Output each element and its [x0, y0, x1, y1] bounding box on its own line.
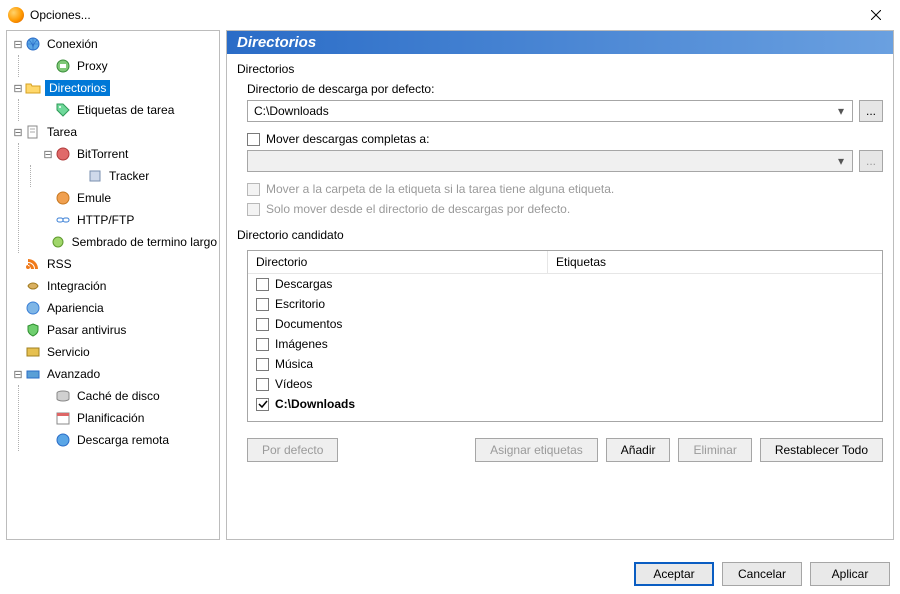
tree-item-servicio[interactable]: Servicio: [7, 341, 219, 363]
move-to-tag-label: Mover a la carpeta de la etiqueta si la …: [266, 182, 614, 196]
ok-button[interactable]: Aceptar: [634, 562, 714, 586]
tag-icon: [55, 102, 71, 118]
candidate-label: Música: [275, 357, 313, 371]
default-button: Por defecto: [247, 438, 338, 462]
tree-item-emule[interactable]: Emule: [19, 187, 219, 209]
candidate-label: C:\Downloads: [275, 397, 355, 411]
tree-item-antivirus[interactable]: Pasar antivirus: [7, 319, 219, 341]
apply-button[interactable]: Aplicar: [810, 562, 890, 586]
candidate-label: Imágenes: [275, 337, 328, 351]
tree-item-apariencia[interactable]: Apariencia: [7, 297, 219, 319]
browse-default-button[interactable]: ...: [859, 100, 883, 122]
window-title: Opciones...: [30, 8, 856, 22]
candidate-checkbox[interactable]: [256, 358, 269, 371]
candidate-item[interactable]: Música: [248, 354, 882, 374]
nav-tree[interactable]: ⊟Conexión Proxy ⊟Directorios Etiquetas d…: [6, 30, 220, 540]
label-default-dir: Directorio de descarga por defecto:: [247, 82, 883, 96]
main-panel: Directorios Directorios Directorio de de…: [226, 30, 894, 540]
candidate-list[interactable]: Descargas Escritorio Documentos Imágenes Mús…: [248, 274, 882, 421]
candidate-label: Vídeos: [275, 377, 312, 391]
candidate-label: Escritorio: [275, 297, 325, 311]
group-directorios: Directorios: [237, 62, 883, 76]
reset-all-button[interactable]: Restablecer Todo: [760, 438, 883, 462]
candidate-item[interactable]: Imágenes: [248, 334, 882, 354]
close-button[interactable]: [856, 0, 896, 30]
candidate-label: Descargas: [275, 277, 332, 291]
close-icon: [871, 10, 881, 20]
tree-item-tracker[interactable]: Tracker: [31, 165, 219, 187]
disk-icon: [55, 388, 71, 404]
chevron-down-icon: ▾: [834, 154, 848, 168]
rss-icon: [25, 256, 41, 272]
only-move-label: Solo mover desde el directorio de descar…: [266, 202, 570, 216]
move-completed-label: Mover descargas completas a:: [266, 132, 429, 146]
tree-item-bittorrent[interactable]: ⊟BitTorrent: [19, 143, 219, 165]
tree-item-planificacion[interactable]: Planificación: [19, 407, 219, 429]
panel-title: Directorios: [227, 31, 893, 54]
candidate-list-box: Directorio Etiquetas Descargas Escritorio…: [247, 250, 883, 422]
appearance-icon: [25, 300, 41, 316]
tree-item-avanzado[interactable]: ⊟Avanzado: [7, 363, 219, 385]
cancel-button[interactable]: Cancelar: [722, 562, 802, 586]
globe-icon: [25, 36, 41, 52]
seed-icon: [50, 234, 66, 250]
titlebar: Opciones...: [0, 0, 900, 30]
delete-button: Eliminar: [678, 438, 751, 462]
folder-open-icon: [25, 80, 41, 96]
tree-item-integracion[interactable]: Integración: [7, 275, 219, 297]
default-dir-combo[interactable]: C:\Downloads ▾: [247, 100, 853, 122]
group-candidate: Directorio candidato: [237, 228, 883, 242]
tree-item-remota[interactable]: Descarga remota: [19, 429, 219, 451]
candidate-checkbox[interactable]: [256, 278, 269, 291]
emule-icon: [55, 190, 71, 206]
app-icon: [8, 7, 24, 23]
browse-move-button: ...: [859, 150, 883, 172]
candidate-checkbox[interactable]: [256, 398, 269, 411]
service-icon: [25, 344, 41, 360]
antivirus-icon: [25, 322, 41, 338]
tree-item-httpftp[interactable]: HTTP/FTP: [19, 209, 219, 231]
tracker-icon: [87, 168, 103, 184]
dialog-footer: Aceptar Cancelar Aplicar: [634, 562, 890, 586]
tree-item-sembrado[interactable]: Sembrado de termino largo: [19, 231, 219, 253]
candidate-label: Documentos: [275, 317, 342, 331]
remote-icon: [55, 432, 71, 448]
assign-tags-button: Asignar etiquetas: [475, 438, 598, 462]
tree-item-directorios[interactable]: ⊟Directorios: [7, 77, 219, 99]
candidate-item[interactable]: Documentos: [248, 314, 882, 334]
move-completed-checkbox[interactable]: [247, 133, 260, 146]
candidate-checkbox[interactable]: [256, 318, 269, 331]
tree-item-etiquetas[interactable]: Etiquetas de tarea: [19, 99, 219, 121]
tree-item-tarea[interactable]: ⊟Tarea: [7, 121, 219, 143]
candidate-checkbox[interactable]: [256, 298, 269, 311]
move-to-tag-checkbox: [247, 183, 260, 196]
candidate-item[interactable]: Descargas: [248, 274, 882, 294]
advanced-icon: [25, 366, 41, 382]
integration-icon: [25, 278, 41, 294]
col-etiquetas[interactable]: Etiquetas: [548, 251, 882, 273]
bittorrent-icon: [55, 146, 71, 162]
candidate-checkbox[interactable]: [256, 338, 269, 351]
col-directorio[interactable]: Directorio: [248, 251, 548, 273]
proxy-icon: [55, 58, 71, 74]
only-move-checkbox: [247, 203, 260, 216]
chevron-down-icon: ▾: [834, 104, 848, 118]
add-button[interactable]: Añadir: [606, 438, 671, 462]
candidate-item[interactable]: Escritorio: [248, 294, 882, 314]
document-icon: [25, 124, 41, 140]
schedule-icon: [55, 410, 71, 426]
link-icon: [55, 212, 71, 228]
candidate-checkbox[interactable]: [256, 378, 269, 391]
tree-item-rss[interactable]: RSS: [7, 253, 219, 275]
tree-item-conexion[interactable]: ⊟Conexión: [7, 33, 219, 55]
tree-item-cache[interactable]: Caché de disco: [19, 385, 219, 407]
candidate-item[interactable]: C:\Downloads: [248, 394, 882, 414]
tree-item-proxy[interactable]: Proxy: [19, 55, 219, 77]
move-completed-combo: ▾: [247, 150, 853, 172]
candidate-item[interactable]: Vídeos: [248, 374, 882, 394]
